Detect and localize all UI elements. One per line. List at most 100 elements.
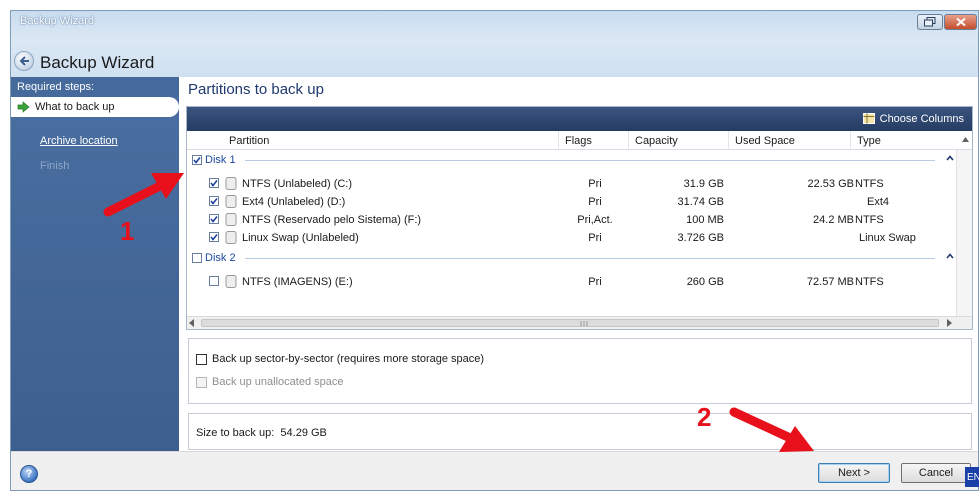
help-button[interactable]: ? (20, 465, 38, 483)
grid-toolbar: Choose Columns (187, 107, 972, 131)
partition-used-space: 72.57 MB (806, 276, 854, 288)
unallocated-space-checkbox (196, 377, 207, 388)
partition-flags: Pri (588, 178, 602, 190)
column-header-used-space[interactable]: Used Space (729, 131, 851, 150)
disk-group-row: Disk 1 (187, 151, 957, 169)
disk-divider (245, 258, 935, 259)
sector-by-sector-checkbox[interactable] (196, 354, 207, 365)
disk-label: Disk 1 (205, 154, 236, 166)
partitions-grid: Choose Columns Partition Flags Capacity … (186, 106, 973, 330)
restore-button[interactable] (917, 14, 943, 30)
partition-type: Linux Swap (859, 232, 916, 244)
horizontal-scrollbar[interactable] (187, 316, 972, 329)
partition-used-space: 22.53 GB (807, 178, 854, 190)
partition-checkbox[interactable] (209, 232, 219, 242)
column-header-partition[interactable]: Partition (223, 131, 559, 150)
step-finish: Finish (40, 160, 70, 172)
partition-type: NTFS (855, 276, 884, 288)
main-panel: Partitions to back up Choose Columns Par… (179, 77, 978, 451)
partition-row[interactable]: NTFS (Unlabeled) (C:) Pri 31.9 GB 22.53 … (187, 175, 957, 193)
partition-type: NTFS (855, 214, 884, 226)
partition-capacity: 31.74 GB (677, 196, 724, 208)
partition-row[interactable]: NTFS (Reservado pelo Sistema) (F:) Pri,A… (187, 211, 957, 229)
size-value: 54.29 GB (280, 427, 327, 439)
partition-flags: Pri,Act. (577, 214, 613, 226)
required-steps-heading: Required steps: (11, 77, 179, 97)
language-indicator[interactable]: EN (965, 467, 979, 487)
disk-label: Disk 2 (205, 252, 236, 264)
partition-row[interactable]: Linux Swap (Unlabeled) Pri 3.726 GB Linu… (187, 229, 957, 247)
unallocated-space-label: Back up unallocated space (212, 376, 344, 388)
column-header-flags[interactable]: Flags (559, 131, 629, 150)
partition-row[interactable]: NTFS (IMAGENS) (E:) Pri 260 GB 72.57 MB … (187, 273, 957, 291)
current-step-arrow-icon (17, 101, 30, 113)
partition-capacity: 3.726 GB (677, 232, 724, 244)
disk-divider (245, 160, 935, 161)
columns-icon (862, 113, 875, 124)
step-label: What to back up (35, 101, 115, 113)
partition-checkbox[interactable] (209, 196, 219, 206)
step-what-to-back-up[interactable]: What to back up (11, 97, 179, 117)
window-caption: Backup Wizard (20, 15, 94, 27)
partition-capacity: 260 GB (686, 276, 724, 288)
choose-columns-label: Choose Columns (879, 113, 964, 125)
disk-group-row: Disk 2 (187, 249, 957, 267)
choose-columns-button[interactable]: Choose Columns (862, 113, 964, 125)
partition-checkbox[interactable] (209, 178, 219, 188)
collapse-chevron-icon[interactable] (946, 155, 954, 161)
partition-flags: Pri (588, 276, 602, 288)
disk-1-checkbox[interactable] (192, 155, 202, 165)
step-archive-location[interactable]: Archive location (40, 135, 118, 147)
scrollbar-thumb[interactable] (201, 319, 939, 327)
vertical-scrollbar[interactable] (956, 150, 972, 329)
partition-row[interactable]: Ext4 (Unlabeled) (D:) Pri 31.74 GB Ext4 (187, 193, 957, 211)
partition-capacity: 100 MB (686, 214, 724, 226)
column-header-capacity[interactable]: Capacity (629, 131, 729, 150)
next-button[interactable]: Next > (818, 463, 890, 483)
backup-options: Back up sector-by-sector (requires more … (188, 338, 972, 404)
steps-sidebar: Required steps: What to back up Archive … (11, 77, 179, 451)
partition-used-space: 24.2 MB (813, 214, 854, 226)
cancel-button[interactable]: Cancel (901, 463, 971, 483)
drive-icon (225, 275, 237, 288)
partition-checkbox[interactable] (209, 214, 219, 224)
partition-name: NTFS (Unlabeled) (C:) (242, 178, 353, 190)
backup-wizard-window: Backup Wizard Backup Wizard Required ste… (10, 10, 979, 491)
drive-icon (225, 231, 237, 244)
partition-flags: Pri (588, 196, 602, 208)
partition-type: Ext4 (867, 196, 890, 208)
wizard-footer: ? Next > Cancel (11, 451, 978, 490)
collapse-chevron-icon[interactable] (946, 253, 954, 259)
scroll-up-icon[interactable] (962, 137, 969, 142)
wizard-title: Backup Wizard (40, 53, 155, 72)
scroll-left-icon[interactable] (189, 319, 195, 327)
size-summary: Size to back up: 54.29 GB (188, 413, 972, 450)
annotation-marker-1: 1 (120, 216, 135, 246)
partition-flags: Pri (588, 232, 602, 244)
partition-name: Linux Swap (Unlabeled) (242, 232, 359, 244)
drive-icon (225, 195, 237, 208)
back-arrow-icon (19, 56, 29, 66)
drive-icon (225, 213, 237, 226)
scroll-right-icon[interactable] (946, 319, 952, 327)
page-title: Partitions to back up (188, 81, 324, 98)
partition-name: NTFS (Reservado pelo Sistema) (F:) (242, 214, 422, 226)
close-button[interactable] (944, 14, 977, 30)
column-header-type[interactable]: Type (851, 131, 955, 150)
grip-icon (580, 321, 588, 326)
partition-name: NTFS (IMAGENS) (E:) (242, 276, 353, 288)
partition-type: NTFS (855, 178, 884, 190)
partition-capacity: 31.9 GB (683, 178, 724, 190)
restore-icon (924, 17, 936, 27)
sector-by-sector-label: Back up sector-by-sector (requires more … (212, 353, 485, 365)
close-icon (955, 17, 966, 27)
title-bar: Backup Wizard Backup Wizard (11, 11, 978, 77)
drive-icon (225, 177, 237, 190)
annotation-marker-2: 2 (697, 402, 712, 432)
partition-name: Ext4 (Unlabeled) (D:) (242, 196, 346, 208)
size-label: Size to back up: (196, 427, 275, 439)
back-button[interactable] (14, 51, 34, 71)
partition-checkbox[interactable] (209, 276, 219, 286)
disk-2-checkbox[interactable] (192, 253, 202, 263)
grid-header: Partition Flags Capacity Used Space Type (187, 131, 972, 150)
